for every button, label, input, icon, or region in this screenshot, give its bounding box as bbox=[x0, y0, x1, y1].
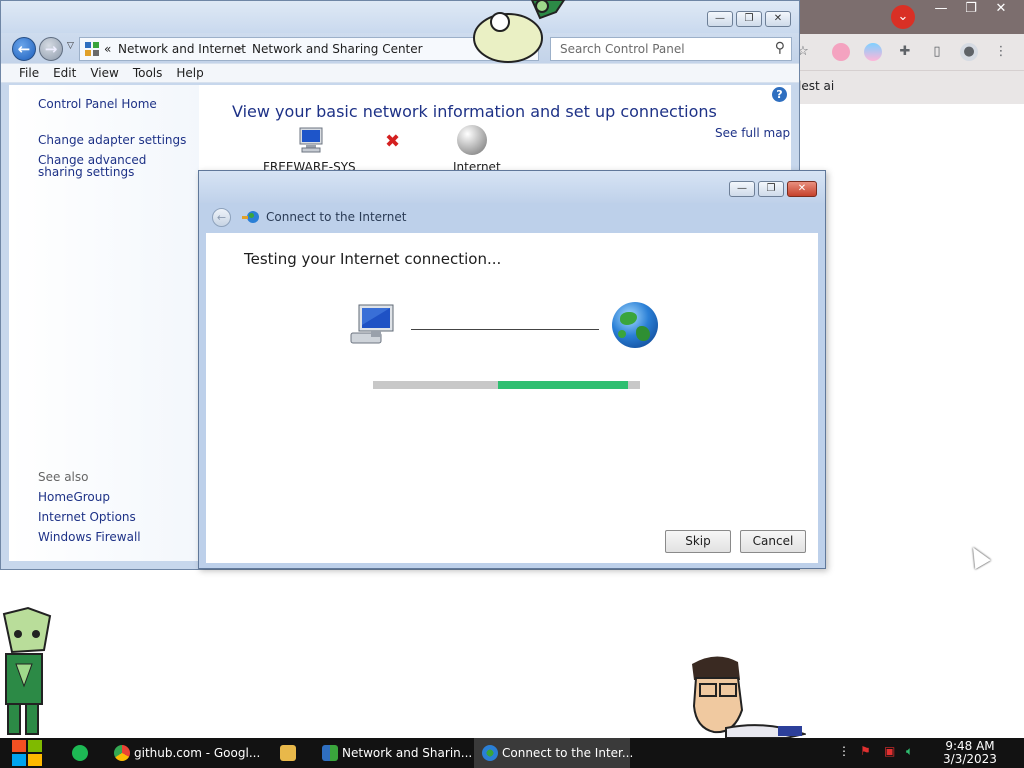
see-also-label: See also bbox=[38, 470, 89, 484]
side-panel-icon[interactable]: ▯ bbox=[928, 43, 946, 61]
internet-globe-icon bbox=[457, 125, 487, 155]
progress-fill bbox=[498, 381, 628, 389]
network-status-icon[interactable]: ▣ bbox=[884, 744, 895, 758]
cp-titlebar: — ❐ ✕ bbox=[1, 1, 799, 33]
extension-flag-icon[interactable] bbox=[864, 43, 882, 61]
control-panel-home-link[interactable]: Control Panel Home bbox=[38, 98, 157, 110]
connection-line bbox=[411, 329, 599, 330]
forward-arrow-icon[interactable]: → bbox=[39, 37, 63, 61]
dialog-window-controls: — ❐ ✕ bbox=[729, 181, 817, 197]
menu-bar: File Edit View Tools Help bbox=[1, 63, 799, 83]
tab-search-icon[interactable]: ⌄ bbox=[891, 5, 915, 29]
cartoon-character-sticker bbox=[473, 0, 566, 63]
cp-maximize-button[interactable]: ❐ bbox=[736, 11, 762, 27]
status-text: Testing your Internet connection... bbox=[244, 250, 502, 268]
dialog-titlebar: — ❐ ✕ bbox=[199, 171, 825, 203]
cancel-button[interactable]: Cancel bbox=[740, 530, 806, 553]
search-icon[interactable]: ⚲ bbox=[775, 40, 785, 56]
cp-window-controls: — ❐ ✕ bbox=[707, 11, 791, 27]
chrome-minimize-icon[interactable]: — bbox=[926, 0, 956, 18]
progress-bar bbox=[373, 381, 640, 389]
cp-close-button[interactable]: ✕ bbox=[765, 11, 791, 27]
taskbar-app-label: Network and Sharin... bbox=[342, 746, 473, 760]
bookmarks-bar: lest ai bbox=[798, 70, 1024, 104]
globe-icon bbox=[612, 302, 658, 348]
tray-overflow-icon[interactable]: ⋮ bbox=[838, 744, 850, 758]
help-icon[interactable]: ? bbox=[772, 87, 787, 102]
dialog-body: Testing your Internet connection... Skip… bbox=[206, 233, 818, 563]
chrome-toolbar: ☆ ✚ ▯ ● ⋮ bbox=[797, 34, 1024, 70]
dialog-nav: ← Connect to the Internet bbox=[199, 203, 825, 233]
connect-network-icon bbox=[482, 745, 498, 761]
dialog-back-icon[interactable]: ← bbox=[212, 208, 231, 227]
taskbar-app-chrome[interactable]: github.com - Googl... bbox=[106, 738, 260, 768]
address-bar-row: ← → ▽ « Network and Internet ▸ Network a… bbox=[1, 33, 799, 63]
internet-options-link[interactable]: Internet Options bbox=[38, 511, 136, 523]
control-panel-icon bbox=[322, 745, 338, 761]
menu-tools[interactable]: Tools bbox=[126, 64, 170, 82]
taskbar-app-connect-internet[interactable]: Connect to the Inter... bbox=[474, 738, 634, 768]
cartoon-character-sticker bbox=[2, 606, 52, 735]
search-input[interactable]: Search Control Panel ⚲ bbox=[550, 37, 792, 61]
computer-icon bbox=[350, 304, 394, 344]
dialog-title: Connect to the Internet bbox=[266, 210, 407, 224]
computer-icon bbox=[299, 127, 323, 153]
taskbar-app-label: Connect to the Inter... bbox=[502, 746, 634, 760]
taskbar-app-label: github.com - Googl... bbox=[134, 746, 261, 760]
system-clock[interactable]: 9:48 AM 3/3/2023 bbox=[940, 740, 1000, 766]
file-explorer-icon[interactable] bbox=[280, 745, 296, 761]
dialog-maximize-button[interactable]: ❐ bbox=[758, 181, 784, 197]
chrome-icon bbox=[114, 745, 130, 761]
control-panel-icon bbox=[85, 42, 99, 56]
bookmark-item[interactable]: lest ai bbox=[798, 79, 834, 93]
page-title: View your basic network information and … bbox=[232, 102, 717, 121]
chrome-window: ⌄ — ❐ ✕ ☆ ✚ ▯ ● ⋮ lest ai bbox=[797, 0, 1024, 104]
breadcrumb-network-sharing-center[interactable]: Network and Sharing Center bbox=[252, 42, 423, 56]
change-adapter-settings-link[interactable]: Change adapter settings bbox=[38, 134, 186, 146]
back-arrow-icon[interactable]: ← bbox=[12, 37, 36, 61]
action-center-flag-icon[interactable]: ⚑ bbox=[860, 744, 871, 758]
see-full-map-link[interactable]: See full map bbox=[715, 126, 790, 140]
menu-view[interactable]: View bbox=[83, 64, 125, 82]
task-pane: Control Panel Home Change adapter settin… bbox=[9, 85, 199, 561]
menu-help[interactable]: Help bbox=[169, 64, 210, 82]
breadcrumb-separator-icon[interactable]: ▸ bbox=[238, 44, 243, 54]
breadcrumb-recent[interactable]: « bbox=[104, 42, 111, 56]
chrome-tabstrip: ⌄ — ❐ ✕ bbox=[798, 0, 1024, 34]
chrome-close-icon[interactable]: ✕ bbox=[986, 0, 1016, 18]
taskbar-app-network-sharing[interactable]: Network and Sharin... bbox=[314, 738, 472, 768]
cartoon-character-sticker bbox=[692, 656, 806, 738]
dialog-minimize-button[interactable]: — bbox=[729, 181, 755, 197]
search-placeholder: Search Control Panel bbox=[560, 42, 685, 56]
menu-file[interactable]: File bbox=[12, 64, 46, 82]
mouse-cursor-icon bbox=[965, 542, 991, 570]
menu-edit[interactable]: Edit bbox=[46, 64, 83, 82]
chrome-menu-icon[interactable]: ⋮ bbox=[992, 43, 1010, 61]
skip-button[interactable]: Skip bbox=[665, 530, 731, 553]
change-advanced-sharing-link[interactable]: Change advanced sharing settings bbox=[38, 154, 188, 178]
connection-error-icon[interactable]: ✖ bbox=[385, 131, 400, 152]
profile-icon[interactable]: ● bbox=[960, 43, 978, 61]
clock-date: 3/3/2023 bbox=[943, 752, 997, 766]
cp-minimize-button[interactable]: — bbox=[707, 11, 733, 27]
homegroup-link[interactable]: HomeGroup bbox=[38, 491, 110, 503]
start-windows-icon[interactable] bbox=[12, 740, 42, 766]
dialog-close-button[interactable]: ✕ bbox=[787, 181, 817, 197]
spotify-icon[interactable] bbox=[72, 745, 88, 761]
volume-icon[interactable]: 🔈︎ bbox=[906, 744, 913, 759]
extension-avatar-icon[interactable] bbox=[832, 43, 850, 61]
connect-internet-dialog: — ❐ ✕ ← Connect to the Internet Testing … bbox=[198, 170, 826, 569]
extensions-puzzle-icon[interactable]: ✚ bbox=[896, 43, 914, 61]
recent-pages-chevron-icon[interactable]: ▽ bbox=[67, 41, 74, 51]
chrome-restore-icon[interactable]: ❐ bbox=[956, 0, 986, 18]
breadcrumb-network-and-internet[interactable]: Network and Internet bbox=[118, 42, 246, 56]
taskbar: github.com - Googl... Network and Sharin… bbox=[0, 738, 1024, 768]
connect-network-icon bbox=[242, 211, 259, 223]
windows-firewall-link[interactable]: Windows Firewall bbox=[38, 531, 141, 543]
